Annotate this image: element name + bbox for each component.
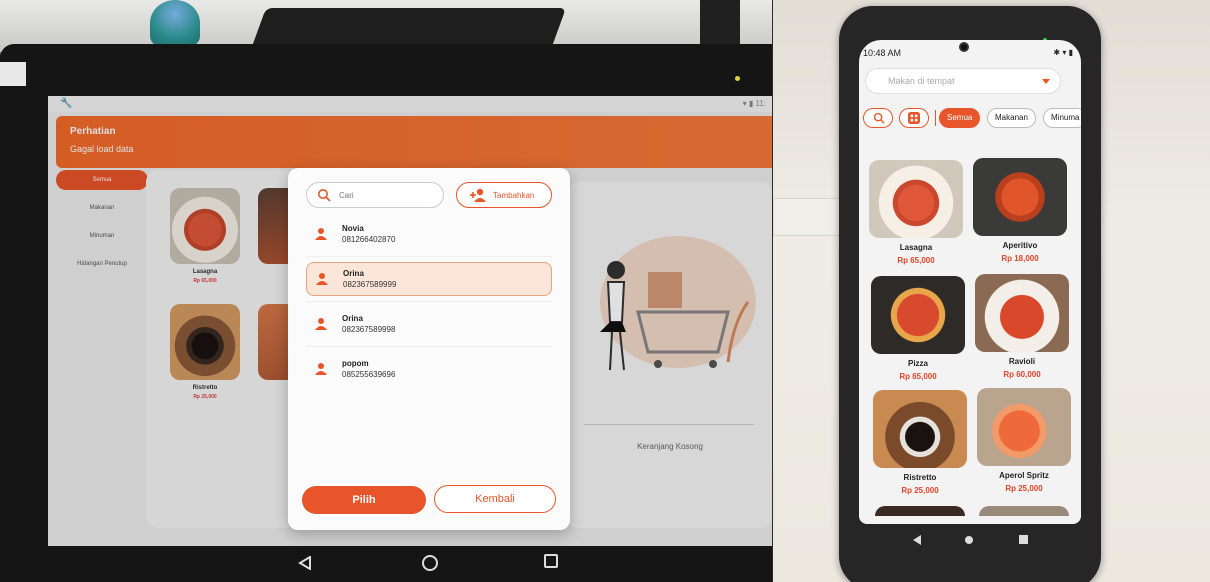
customer-phone: 082367589998: [342, 325, 396, 334]
aperol-spritz-image: [977, 388, 1071, 466]
search-field[interactable]: [306, 182, 444, 208]
menu-item[interactable]: Ristretto Rp 25,000: [873, 390, 967, 495]
chip-semua[interactable]: Semua: [939, 108, 981, 128]
customer-picker-dialog: Tambahkan Novia 081266402870 Orina 08236…: [288, 168, 570, 530]
menu-item-price: Rp 65,000: [897, 256, 935, 265]
phone-camera: [959, 42, 969, 52]
customer-phone: 085255639696: [342, 370, 396, 379]
add-person-icon: [470, 188, 486, 202]
customer-name: Novia: [342, 224, 364, 233]
customer-name: popom: [342, 359, 369, 368]
menu-item[interactable]: Ravioli Rp 60,000: [975, 274, 1069, 379]
order-type-select[interactable]: Makan di tempat: [865, 68, 1061, 94]
menu-item-price: Rp 18,000: [1001, 254, 1039, 263]
customer-name: Orina: [343, 269, 364, 278]
chip-makanan[interactable]: Makanan: [987, 108, 1036, 128]
phone-photo: 10:48 AM ✱ ▾ ▮ Makan di tempat Semua Mak…: [773, 0, 1210, 582]
home-icon[interactable]: [422, 555, 438, 571]
tablet-screen: 🔧 ▾ ▮ 11: Perhatian Gagal load data Semu…: [48, 96, 772, 546]
phone-status-bar: 10:48 AM ✱ ▾ ▮: [859, 46, 1081, 62]
customer-row[interactable]: Novia 081266402870: [306, 218, 552, 252]
menu-item-price: Rp 25,000: [901, 486, 939, 495]
aperitivo-image: [973, 158, 1067, 236]
customer-name: Orina: [342, 314, 363, 323]
menu-item-name: Aperol Spritz: [999, 471, 1049, 480]
grid-icon: [908, 112, 920, 124]
category-chips: Semua Makanan Minuma: [861, 108, 1081, 130]
menu-item-name: Pizza: [907, 359, 928, 368]
menu-item-price: Rp 60,000: [1003, 370, 1041, 379]
lasagna-image: [869, 160, 963, 238]
search-icon: [318, 189, 331, 202]
photo-composite: 🔧 ▾ ▮ 11: Perhatian Gagal load data Semu…: [0, 0, 1210, 582]
menu-item[interactable]: Lasagna Rp 65,000: [869, 160, 963, 265]
person-icon: [315, 318, 327, 330]
chip-separator: [935, 110, 936, 126]
divider: [306, 346, 552, 347]
divider: [306, 301, 552, 302]
search-input[interactable]: [339, 188, 439, 202]
person-icon: [315, 228, 327, 240]
add-customer-button[interactable]: Tambahkan: [456, 182, 552, 208]
ravioli-image: [975, 274, 1069, 352]
recents-icon[interactable]: [1019, 535, 1028, 544]
order-type-value: Makan di tempat: [888, 76, 955, 86]
tablet-sticker: [0, 62, 26, 86]
select-button[interactable]: Pilih: [302, 486, 426, 514]
menu-item-partial: [875, 506, 965, 516]
back-icon[interactable]: [911, 534, 923, 546]
customer-row[interactable]: Orina 082367589998: [306, 308, 552, 342]
status-time: 10:48 AM: [863, 48, 902, 58]
back-button[interactable]: Kembali: [434, 485, 556, 513]
menu-item-price: Rp 65,000: [899, 372, 937, 381]
home-icon[interactable]: [965, 536, 973, 544]
tablet-nav-bar: [48, 546, 772, 582]
tablet-camera-led: [735, 76, 740, 81]
add-customer-label: Tambahkan: [493, 191, 535, 200]
customer-phone: 081266402870: [342, 235, 396, 244]
phone-nav-bar: [859, 524, 1081, 564]
menu-item-partial: [979, 506, 1069, 516]
menu-item-name: Lasagna: [899, 243, 933, 252]
chip-minuman[interactable]: Minuma: [1043, 108, 1081, 128]
person-icon: [316, 273, 328, 285]
grid-view-chip[interactable]: [899, 108, 929, 128]
customer-row[interactable]: popom 085255639696: [306, 353, 552, 387]
status-icons: ✱ ▾ ▮: [1053, 48, 1073, 57]
recents-icon[interactable]: [544, 554, 558, 568]
menu-item[interactable]: Pizza Rp 65,000: [871, 276, 965, 381]
person-icon: [315, 363, 327, 375]
menu-item[interactable]: Aperol Spritz Rp 25,000: [977, 388, 1071, 493]
search-icon: [873, 112, 885, 124]
back-icon[interactable]: [298, 556, 312, 570]
menu-item-name: Ravioli: [1008, 357, 1036, 366]
search-chip[interactable]: [863, 108, 893, 128]
menu-item-price: Rp 25,000: [1005, 484, 1043, 493]
desk-figurine: [150, 0, 200, 46]
phone-screen: 10:48 AM ✱ ▾ ▮ Makan di tempat Semua Mak…: [859, 40, 1081, 524]
pizza-image: [871, 276, 965, 354]
usb-cable: [773, 198, 843, 236]
menu-item-name: Aperitivo: [1002, 241, 1038, 250]
menu-item-name: Ristretto: [903, 473, 937, 482]
divider: [306, 256, 552, 257]
chevron-down-icon: [1042, 79, 1050, 84]
customer-row-selected[interactable]: Orina 082367589999: [306, 262, 552, 296]
ristretto-image: [873, 390, 967, 468]
tablet-photo: 🔧 ▾ ▮ 11: Perhatian Gagal load data Semu…: [0, 0, 772, 582]
customer-phone: 082367589999: [343, 280, 397, 289]
menu-item[interactable]: Aperitivo Rp 18,000: [973, 158, 1067, 263]
